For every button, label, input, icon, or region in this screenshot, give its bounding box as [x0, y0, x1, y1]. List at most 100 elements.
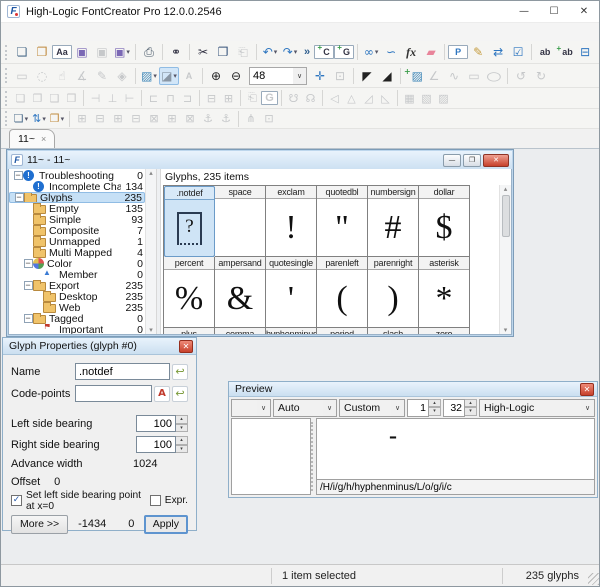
flip-vertical-button[interactable]: △	[343, 89, 360, 107]
combo-arrow-icon[interactable]: ∨	[293, 68, 306, 84]
glyph-overview-button[interactable]: ⊡	[260, 110, 278, 128]
kerning-button[interactable]: ❐	[48, 110, 66, 128]
tree-item-tagged[interactable]: Tagged 0	[9, 313, 145, 324]
save-button[interactable]: ▣	[72, 43, 92, 61]
align-center-button[interactable]: ⊥	[104, 89, 121, 107]
align-bottom-button[interactable]: ⊐	[179, 89, 196, 107]
draw-ellipse-tool[interactable]: ○	[479, 67, 509, 85]
collapse-icon[interactable]	[24, 259, 33, 268]
tree-expander-icon[interactable]	[13, 171, 23, 180]
lsb-checkbox[interactable]: ✓	[11, 495, 22, 506]
glyph-cell-comma[interactable]: comma ,	[215, 328, 266, 334]
contour-select-button[interactable]: ◤	[357, 67, 377, 85]
spin-down-icon[interactable]: ▾	[465, 407, 477, 416]
glyph-cell-dollar[interactable]: dollar $	[419, 186, 470, 257]
snap-grid-button[interactable]: ⊟	[91, 110, 109, 128]
menu-buy[interactable]	[102, 31, 116, 33]
zoom-fit-button[interactable]: ✛	[310, 67, 330, 85]
glyph-cell-quotesingle[interactable]: quotesingle '	[266, 257, 317, 328]
preview-list-pane[interactable]	[231, 418, 311, 495]
measure-tool[interactable]: ∡	[72, 67, 92, 85]
composite-members-button[interactable]: ❐	[29, 89, 46, 107]
tree-item-simple[interactable]: Simple 93	[9, 214, 145, 225]
rotate-member-button[interactable]: ☋	[285, 89, 302, 107]
glyph-cell-zero[interactable]: zero 0	[419, 328, 470, 334]
eraser-button[interactable]: ▰	[421, 43, 441, 61]
tree-item-member[interactable]: Member 0	[9, 269, 145, 280]
menu-font[interactable]	[60, 31, 74, 33]
scroll-down-icon[interactable]: ▾	[149, 326, 153, 334]
apply-button[interactable]: Apply	[144, 515, 188, 534]
close-icon[interactable]: ✕	[569, 1, 599, 22]
glyph-name-input[interactable]	[75, 363, 170, 380]
glyph-cell-parenright[interactable]: parenright )	[368, 257, 419, 328]
maximize-icon[interactable]: ☐	[539, 1, 569, 22]
insert-glyphs-button[interactable]: G	[334, 45, 354, 59]
formula-button[interactable]: fx	[401, 43, 421, 61]
menu-file[interactable]	[4, 31, 18, 33]
child-restore-icon[interactable]: ❐	[463, 154, 481, 167]
align-top-button[interactable]: ⊏	[145, 89, 162, 107]
menu-view[interactable]	[32, 31, 46, 33]
new-metrics-button[interactable]: ❏	[12, 110, 30, 128]
intersect-contours-button[interactable]: ▨	[435, 89, 452, 107]
distribute-h-button[interactable]: ⊟	[203, 89, 220, 107]
spin-down-icon[interactable]: ▾	[176, 424, 188, 433]
spin-up-icon[interactable]: ▴	[429, 399, 441, 408]
align-right-button[interactable]: ⊢	[121, 89, 138, 107]
skew-member-button[interactable]: ☊	[302, 89, 319, 107]
zoom-in-button[interactable]: ⊕	[206, 67, 226, 85]
tree-item-composite[interactable]: Composite 7	[9, 225, 145, 236]
point-select-button[interactable]: ◢	[377, 67, 397, 85]
show-metrics-button[interactable]: ⊞	[163, 110, 181, 128]
insert-image-button[interactable]: ▨	[404, 67, 424, 85]
tree-scrollbar[interactable]: ▴ ▾	[145, 169, 156, 334]
previous-glyph-button[interactable]: ↺	[511, 67, 531, 85]
transform-button[interactable]: ⇄	[488, 43, 508, 61]
scroll-down-icon[interactable]: ▾	[504, 326, 508, 334]
fill-mode-toggle[interactable]: ◪	[159, 67, 179, 85]
tree-item-multi-mapped[interactable]: Multi Mapped 4	[9, 247, 145, 258]
menu-tools[interactable]	[74, 31, 88, 33]
exclude-contours-button[interactable]: ▧	[418, 89, 435, 107]
panel-close-icon[interactable]: ✕	[580, 383, 594, 396]
tree-item-important[interactable]: Important 0	[9, 324, 145, 334]
align-middle-button[interactable]: ⊓	[162, 89, 179, 107]
glyph-cell-parenleft[interactable]: parenleft (	[317, 257, 368, 328]
show-anchors-button[interactable]: ⚓	[199, 110, 217, 128]
preview-fontsize-spinner[interactable]: ▴▾	[443, 399, 477, 417]
tree-expander-icon[interactable]	[14, 193, 24, 202]
child-title-bar[interactable]: F 11~ - 11~ — ❐ ✕	[8, 151, 512, 169]
related-glyphs-button[interactable]: ⋔	[242, 110, 260, 128]
install-font-button[interactable]: ⊟	[575, 43, 595, 61]
zoom-rect-button[interactable]: ⊡	[330, 67, 350, 85]
edit-properties-button[interactable]: ✎	[468, 43, 488, 61]
insert-characters-button[interactable]: C	[314, 45, 334, 59]
preview-text-input[interactable]	[317, 479, 594, 494]
expr-checkbox[interactable]	[150, 495, 161, 506]
save-all-button[interactable]: ▣	[92, 43, 112, 61]
revert-name-button[interactable]: ↩	[172, 364, 188, 380]
glyph-member-button[interactable]: G	[261, 91, 278, 105]
glyph-grid-scrollbar[interactable]: ▴ ▾	[499, 185, 511, 334]
background-image-button[interactable]: ▨	[139, 67, 159, 85]
minimize-icon[interactable]: —	[509, 1, 539, 22]
revert-codepoints-button[interactable]: ↩	[172, 386, 188, 402]
codepoints-input[interactable]	[75, 385, 152, 402]
lock-metrics-button[interactable]: ⊠	[181, 110, 199, 128]
distribute-v-button[interactable]: ⊞	[220, 89, 237, 107]
save-as-button[interactable]: ▣	[112, 43, 132, 61]
undo-button[interactable]: ↶	[260, 43, 280, 61]
tab-close-icon[interactable]: ×	[41, 134, 46, 144]
glyph-cell-period[interactable]: period .	[317, 328, 368, 334]
tree-item-color[interactable]: Color 0	[9, 258, 145, 269]
hand-tool[interactable]: ☝	[52, 67, 72, 85]
compare-fonts-button[interactable]: ab	[535, 43, 555, 61]
more-button[interactable]: More >>	[11, 515, 68, 534]
autonaming-button[interactable]: ab	[555, 43, 575, 61]
new-font-button[interactable]: ❏	[12, 43, 32, 61]
spin-down-icon[interactable]: ▾	[176, 445, 188, 454]
preview-size-select[interactable]: Auto ∨	[273, 399, 337, 417]
resize-grip[interactable]	[588, 573, 600, 585]
scroll-up-icon[interactable]: ▴	[149, 169, 153, 177]
